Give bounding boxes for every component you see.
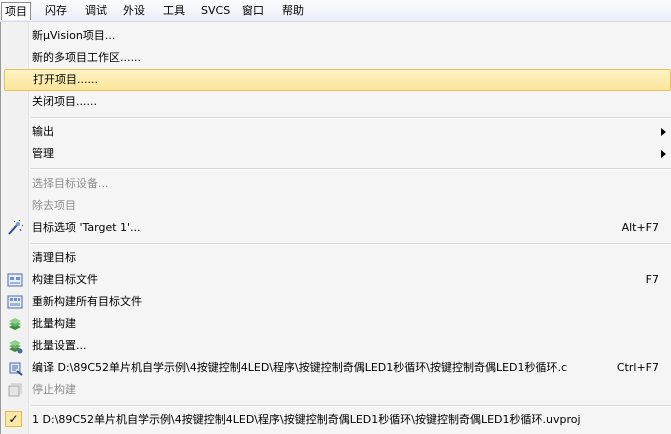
menu-item-label: 1 D:\89C52单片机自学示例\4按键控制4LED\程序\按键控制奇偶LED…	[32, 413, 581, 426]
menu-item-shortcut: Ctrl+F7	[616, 361, 659, 374]
menu-item-label: 输出	[32, 125, 54, 138]
build-target-icon	[7, 273, 23, 287]
menu-tools[interactable]: 工具	[160, 2, 188, 20]
menu-item-label: 批量设置...	[32, 339, 87, 352]
menu-item-compile[interactable]: 编译 D:\89C52单片机自学示例\4按键控制4LED\程序\按键控制奇偶LE…	[4, 357, 671, 379]
menu-separator	[31, 117, 671, 119]
menu-flash[interactable]: 闪存	[42, 2, 70, 20]
compile-icon	[9, 362, 23, 376]
menu-bar: 项目 闪存 调试 外设 工具 SVCS 窗口 帮助	[0, 0, 671, 22]
menu-item-stop-build[interactable]: 停止构建	[4, 379, 671, 401]
menu-project[interactable]: 项目	[1, 2, 31, 20]
menu-window[interactable]: 窗口	[239, 2, 267, 20]
menu-item-select-device[interactable]: 选择目标设备...	[4, 173, 671, 195]
menu-item-shortcut: F7	[645, 273, 659, 286]
menu-item-open-project[interactable]: 打开项目......	[4, 69, 671, 91]
menu-item-label: 关闭项目......	[32, 95, 97, 108]
menu-item-build-target[interactable]: 构建目标文件 F7	[4, 269, 671, 291]
stop-build-icon	[8, 383, 22, 397]
menu-item-label: 打开项目......	[33, 73, 98, 86]
menu-item-recent-project[interactable]: ✓ 1 D:\89C52单片机自学示例\4按键控制4LED\程序\按键控制奇偶L…	[4, 409, 671, 431]
menu-peripherals[interactable]: 外设	[120, 2, 148, 20]
menu-item-label: 停止构建	[32, 383, 76, 396]
rebuild-all-icon	[7, 295, 23, 309]
checkmark-icon: ✓	[5, 411, 22, 427]
menu-item-label: 编译 D:\89C52单片机自学示例\4按键控制4LED\程序\按键控制奇偶LE…	[32, 361, 568, 374]
batch-setup-icon	[9, 340, 23, 354]
menu-item-export[interactable]: 输出	[4, 121, 671, 143]
menu-item-label: 选择目标设备...	[32, 177, 109, 190]
target-options-wand-icon	[8, 220, 23, 235]
menu-item-label: 目标选项 'Target 1'...	[32, 221, 141, 234]
menu-item-new-uvision-project[interactable]: 新µVision项目...	[4, 25, 671, 47]
menu-item-rebuild-all[interactable]: 重新构建所有目标文件	[4, 291, 671, 313]
menu-separator	[31, 243, 671, 245]
project-dropdown-menu: 新µVision项目... 新的多项目工作区...... 打开项目...... …	[0, 22, 671, 434]
menu-item-new-multi-workspace[interactable]: 新的多项目工作区......	[4, 47, 671, 69]
menu-separator	[31, 405, 671, 407]
menu-separator	[31, 168, 671, 170]
menu-svcs[interactable]: SVCS	[198, 2, 233, 20]
menu-item-label: 重新构建所有目标文件	[32, 295, 142, 308]
menu-item-close-project[interactable]: 关闭项目......	[4, 91, 671, 113]
menu-item-label: 清理目标	[32, 251, 76, 264]
menu-item-remove-item[interactable]: 除去项目	[4, 195, 671, 217]
menu-item-label: 批量构建	[32, 317, 76, 330]
menu-item-label: 管理	[32, 147, 54, 160]
menu-help[interactable]: 帮助	[279, 2, 307, 20]
menu-item-clean-target[interactable]: 清理目标	[4, 247, 671, 269]
menu-item-batch-build[interactable]: 批量构建	[4, 313, 671, 335]
menu-item-label: 构建目标文件	[32, 273, 98, 286]
submenu-arrow-icon	[661, 128, 666, 136]
menu-item-label: 新µVision项目...	[32, 29, 116, 42]
menu-debug[interactable]: 调试	[82, 2, 110, 20]
menu-item-label: 除去项目	[32, 199, 76, 212]
submenu-arrow-icon	[661, 150, 666, 158]
menu-item-target-options[interactable]: 目标选项 'Target 1'... Alt+F7	[4, 217, 671, 239]
menu-item-batch-setup[interactable]: 批量设置...	[4, 335, 671, 357]
menu-item-label: 新的多项目工作区......	[32, 51, 141, 64]
batch-build-icon	[9, 318, 21, 330]
menu-item-manage[interactable]: 管理	[4, 143, 671, 165]
menu-item-shortcut: Alt+F7	[621, 221, 659, 234]
